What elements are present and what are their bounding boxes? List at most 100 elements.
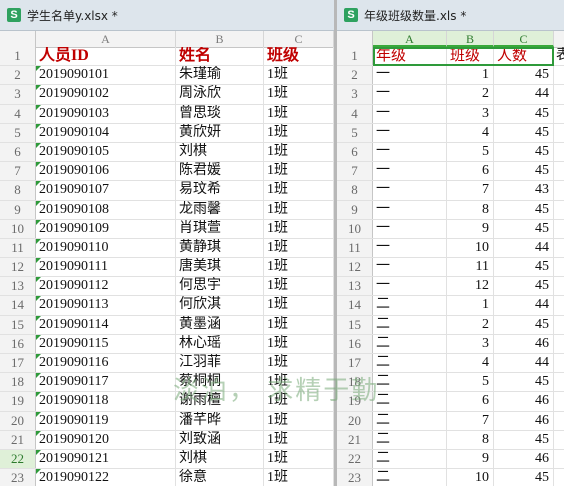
right-file-title[interactable]: 年级班级数量.xls * xyxy=(364,7,466,24)
row-number[interactable]: 10 xyxy=(337,219,373,238)
cell[interactable]: 1班 xyxy=(264,449,334,469)
cell[interactable]: 一 xyxy=(373,123,447,142)
cell[interactable]: 徐意 xyxy=(176,469,264,486)
cell[interactable]: 6 xyxy=(447,162,494,181)
select-all-corner[interactable] xyxy=(0,31,36,47)
cell[interactable]: 44 xyxy=(494,238,554,258)
cell[interactable]: 黄静琪 xyxy=(176,238,264,258)
cell[interactable]: 2019090112 xyxy=(36,277,176,296)
cell[interactable]: 一 xyxy=(373,104,447,123)
cell[interactable]: 2019090108 xyxy=(36,200,176,219)
cell[interactable]: 姓名 xyxy=(176,47,264,66)
cell[interactable]: 45 xyxy=(494,104,554,123)
column-header-a[interactable]: A xyxy=(36,31,176,47)
row-number[interactable]: 18 xyxy=(0,373,36,392)
cell[interactable]: 2 xyxy=(447,315,494,334)
cell[interactable]: 一 xyxy=(373,238,447,258)
cell[interactable]: 一 xyxy=(373,258,447,277)
row-number[interactable]: 4 xyxy=(0,104,36,123)
cell[interactable]: 班级 xyxy=(264,47,334,66)
cell[interactable]: 人员ID xyxy=(36,47,176,66)
cell[interactable]: 3 xyxy=(447,104,494,123)
cell[interactable]: 周泳欣 xyxy=(176,85,264,104)
cell[interactable]: 2019090122 xyxy=(36,469,176,486)
cell[interactable]: 2019090115 xyxy=(36,334,176,353)
cell[interactable]: 潘芊晔 xyxy=(176,411,264,430)
cell[interactable]: 2019090103 xyxy=(36,104,176,123)
row-number[interactable]: 3 xyxy=(0,85,36,104)
cell[interactable]: 2019090113 xyxy=(36,296,176,315)
cell[interactable]: 45 xyxy=(494,373,554,392)
cell[interactable]: 45 xyxy=(494,277,554,296)
cell[interactable]: 1班 xyxy=(264,200,334,219)
cell[interactable]: 1班 xyxy=(264,123,334,142)
cell[interactable]: 2019090116 xyxy=(36,354,176,373)
cell[interactable]: 人数 xyxy=(494,47,554,66)
left-file-title[interactable]: 学生名单y.xlsx * xyxy=(27,7,118,24)
row-number[interactable]: 14 xyxy=(0,296,36,315)
cell[interactable]: 1班 xyxy=(264,238,334,258)
cell[interactable]: 9 xyxy=(447,449,494,469)
row-number[interactable]: 2 xyxy=(337,66,373,85)
row-number[interactable]: 10 xyxy=(0,219,36,238)
cell[interactable]: 2019090104 xyxy=(36,123,176,142)
row-number[interactable]: 17 xyxy=(0,354,36,373)
cell[interactable]: 年级 xyxy=(373,47,447,66)
row-number[interactable]: 1 xyxy=(337,47,373,66)
cell[interactable]: 二 xyxy=(373,296,447,315)
cell[interactable]: 44 xyxy=(494,296,554,315)
cell[interactable]: 2019090110 xyxy=(36,238,176,258)
row-number[interactable]: 11 xyxy=(337,238,373,258)
cell[interactable]: 2019090119 xyxy=(36,411,176,430)
cell[interactable]: 1班 xyxy=(264,411,334,430)
cell[interactable]: 44 xyxy=(494,85,554,104)
cell[interactable]: 3 xyxy=(447,334,494,353)
cell[interactable]: 1班 xyxy=(264,104,334,123)
cell[interactable]: 班级 xyxy=(447,47,494,66)
cell[interactable]: 1 xyxy=(447,296,494,315)
cell[interactable]: 一 xyxy=(373,85,447,104)
cell[interactable]: 二 xyxy=(373,373,447,392)
cell[interactable]: 一 xyxy=(373,200,447,219)
cell[interactable]: 45 xyxy=(494,142,554,162)
cell[interactable]: 二 xyxy=(373,449,447,469)
row-number[interactable]: 16 xyxy=(0,334,36,353)
cell[interactable]: 4 xyxy=(447,123,494,142)
cell[interactable]: 一 xyxy=(373,142,447,162)
row-number[interactable]: 7 xyxy=(337,162,373,181)
select-all-corner[interactable] xyxy=(337,31,373,47)
row-number[interactable]: 23 xyxy=(0,469,36,486)
column-header-c[interactable]: C xyxy=(494,31,554,47)
cell[interactable]: 二 xyxy=(373,411,447,430)
cell[interactable]: 11 xyxy=(447,258,494,277)
cell[interactable]: 1班 xyxy=(264,85,334,104)
cell[interactable]: 46 xyxy=(494,334,554,353)
cell[interactable]: 一 xyxy=(373,162,447,181)
cell[interactable]: 9 xyxy=(447,219,494,238)
cell[interactable]: 2019090105 xyxy=(36,142,176,162)
row-number[interactable]: 6 xyxy=(0,142,36,162)
cell[interactable]: 易玟希 xyxy=(176,181,264,200)
cell[interactable]: 45 xyxy=(494,66,554,85)
right-title-bar[interactable]: S 年级班级数量.xls * xyxy=(337,0,564,31)
cell[interactable]: 45 xyxy=(494,315,554,334)
cell[interactable]: 一 xyxy=(373,219,447,238)
row-number[interactable]: 3 xyxy=(337,85,373,104)
row-number[interactable]: 15 xyxy=(337,315,373,334)
cell[interactable]: 何思宇 xyxy=(176,277,264,296)
cell[interactable]: 2019090101 xyxy=(36,66,176,85)
cell[interactable]: 10 xyxy=(447,469,494,486)
cell[interactable]: 二 xyxy=(373,354,447,373)
cell[interactable]: 陈君媛 xyxy=(176,162,264,181)
cell[interactable]: 45 xyxy=(494,219,554,238)
cell[interactable]: 龙雨馨 xyxy=(176,200,264,219)
cell[interactable]: 45 xyxy=(494,258,554,277)
row-number[interactable]: 12 xyxy=(337,258,373,277)
cell[interactable]: 朱瑾瑜 xyxy=(176,66,264,85)
row-number[interactable]: 7 xyxy=(0,162,36,181)
cell[interactable]: 5 xyxy=(447,373,494,392)
cell[interactable]: 1班 xyxy=(264,296,334,315)
cell[interactable]: 肖琪萱 xyxy=(176,219,264,238)
cell[interactable]: 刘棋 xyxy=(176,449,264,469)
cell[interactable]: 5 xyxy=(447,142,494,162)
